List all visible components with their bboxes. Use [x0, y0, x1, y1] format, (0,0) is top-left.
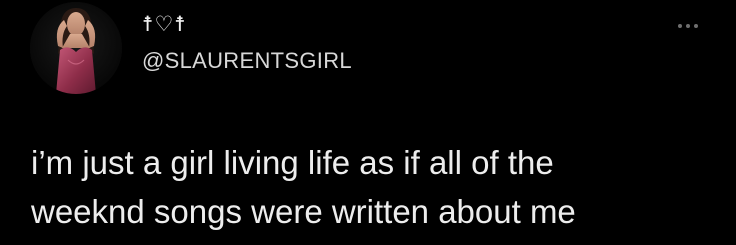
display-name[interactable]: ☨♡☨	[142, 14, 187, 35]
username-handle[interactable]: @SLAURENTSGIRL	[142, 50, 352, 72]
more-options-icon[interactable]	[670, 16, 706, 36]
dot	[694, 24, 698, 28]
dot	[686, 24, 690, 28]
dot	[678, 24, 682, 28]
avatar[interactable]	[30, 2, 122, 94]
profile-photo	[30, 2, 122, 94]
tweet-text: i’m just a girl living life as if all of…	[31, 144, 576, 230]
tweet-card: ☨♡☨ @SLAURENTSGIRL i’m just a girl livin…	[0, 0, 736, 245]
